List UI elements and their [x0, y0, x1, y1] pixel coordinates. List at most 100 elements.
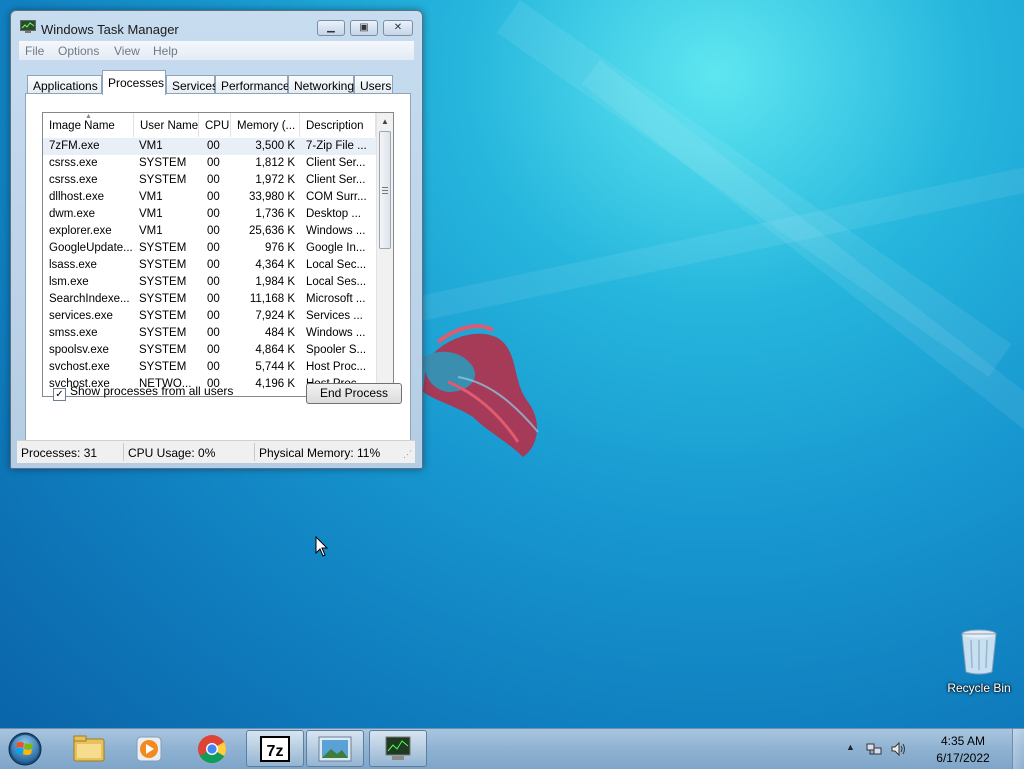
process-name-cell: lsm.exe — [49, 276, 89, 288]
betta-fish-wallpaper — [423, 324, 539, 457]
scrollbar-thumb[interactable] — [379, 131, 391, 249]
scroll-up-arrow-icon[interactable]: ▲ — [381, 117, 389, 126]
process-description-cell: Microsoft ... — [306, 293, 366, 305]
table-row[interactable]: smss.exe SYSTEM 00 484 K Windows ... — [43, 325, 376, 342]
process-description-cell: Windows ... — [306, 225, 366, 237]
show-hidden-icons-icon[interactable]: ▲ — [846, 742, 855, 752]
table-row[interactable]: services.exe SYSTEM 00 7,924 K Services ... — [43, 308, 376, 325]
menu-file[interactable]: File — [25, 44, 44, 58]
process-cpu-cell: 00 — [207, 361, 220, 373]
table-row[interactable]: lsass.exe SYSTEM 00 4,364 K Local Sec... — [43, 257, 376, 274]
svg-text:7z: 7z — [267, 743, 284, 760]
recycle-bin-desktop-icon[interactable]: Recycle Bin — [944, 628, 1014, 695]
menu-options[interactable]: Options — [58, 44, 99, 58]
close-icon: ✕ — [393, 22, 403, 33]
menu-bar: File Options View Help — [19, 41, 414, 60]
taskbar-file-explorer[interactable] — [60, 730, 118, 767]
table-row[interactable]: svchost.exe SYSTEM 00 5,744 K Host Proc... — [43, 359, 376, 376]
task-manager-window[interactable]: Windows Task Manager ▁ ▣ ✕ File Options … — [10, 10, 423, 469]
table-row[interactable]: 7zFM.exe VM1 00 3,500 K 7-Zip File ... — [43, 138, 376, 155]
process-user-cell: SYSTEM — [139, 259, 187, 271]
process-cpu-cell: 00 — [207, 327, 220, 339]
system-tray: ▲ 4:35 AM 6/17/2022 — [838, 729, 1024, 769]
process-cpu-cell: 00 — [207, 276, 220, 288]
process-name-cell: svchost.exe — [49, 361, 110, 373]
taskbar-media-player[interactable] — [120, 730, 178, 767]
taskbar-task-manager[interactable] — [369, 730, 427, 767]
show-all-users-label: Show processes from all users — [70, 384, 234, 398]
network-icon[interactable] — [866, 741, 882, 757]
taskbar-chrome[interactable] — [183, 730, 241, 767]
table-row[interactable]: dllhost.exe VM1 00 33,980 K COM Surr... — [43, 189, 376, 206]
process-name-cell: csrss.exe — [49, 174, 98, 186]
column-header-user-name[interactable]: User Name — [134, 113, 199, 137]
process-memory-cell: 1,736 K — [255, 208, 295, 220]
process-user-cell: SYSTEM — [139, 276, 187, 288]
close-button[interactable]: ✕ — [383, 20, 413, 36]
process-name-cell: spoolsv.exe — [49, 344, 109, 356]
process-name-cell: dwm.exe — [49, 208, 96, 220]
process-user-cell: SYSTEM — [139, 174, 187, 186]
tab-processes[interactable]: Processes — [102, 70, 166, 95]
recycle-bin-icon — [961, 629, 997, 675]
table-row[interactable]: csrss.exe SYSTEM 00 1,812 K Client Ser... — [43, 155, 376, 172]
7zip-icon: 7z — [260, 736, 290, 762]
process-user-cell: VM1 — [139, 191, 163, 203]
process-cpu-cell: 00 — [207, 157, 220, 169]
process-description-cell: COM Surr... — [306, 191, 367, 203]
taskbar-photo-viewer[interactable] — [306, 730, 364, 767]
process-description-cell: Client Ser... — [306, 157, 366, 169]
maximize-button[interactable]: ▣ — [350, 20, 378, 36]
process-user-cell: SYSTEM — [139, 361, 187, 373]
column-header-cpu[interactable]: CPU — [199, 113, 231, 137]
process-name-cell: dllhost.exe — [49, 191, 104, 203]
process-memory-cell: 5,744 K — [255, 361, 295, 373]
table-row[interactable]: csrss.exe SYSTEM 00 1,972 K Client Ser... — [43, 172, 376, 189]
process-cpu-cell: 00 — [207, 259, 220, 271]
column-header-image-name[interactable]: ▲ Image Name — [43, 113, 134, 137]
process-cpu-cell: 00 — [207, 208, 220, 220]
clock-time[interactable]: 4:35 AM — [923, 734, 1003, 748]
menu-help[interactable]: Help — [153, 44, 178, 58]
process-list[interactable]: ▲ Image Name User Name CPU Memory (... D… — [42, 112, 394, 397]
table-row[interactable]: SearchIndexe... SYSTEM 00 11,168 K Microsoft… — [43, 291, 376, 308]
task-manager-icon — [20, 20, 36, 33]
vertical-scrollbar[interactable]: ▲ ▼ — [376, 113, 393, 396]
show-all-users-checkbox-row[interactable]: ✓ Show processes from all users — [53, 384, 233, 401]
column-header-memory[interactable]: Memory (... — [231, 113, 300, 137]
process-description-cell: Windows ... — [306, 327, 366, 339]
title-bar[interactable]: Windows Task Manager ▁ ▣ ✕ — [11, 11, 422, 41]
process-memory-cell: 4,196 K — [255, 378, 295, 390]
tab-applications[interactable]: Applications — [27, 75, 102, 94]
process-cpu-cell: 00 — [207, 225, 220, 237]
process-cpu-cell: 00 — [207, 174, 220, 186]
show-desktop-button[interactable] — [1012, 729, 1024, 769]
column-header-description[interactable]: Description — [300, 113, 376, 137]
task-manager-icon — [385, 736, 411, 760]
tab-services[interactable]: Services — [166, 75, 218, 94]
tab-performance[interactable]: Performance — [215, 75, 290, 94]
taskbar: 7z ▲ 4:35 AM 6/17/2022 — [0, 728, 1024, 769]
process-memory-cell: 4,364 K — [255, 259, 295, 271]
photo-viewer-icon — [318, 736, 352, 762]
window-title: Windows Task Manager — [41, 22, 179, 37]
clock-date[interactable]: 6/17/2022 — [923, 751, 1003, 765]
minimize-button[interactable]: ▁ — [317, 20, 345, 36]
end-process-button[interactable]: End Process — [306, 383, 402, 404]
table-row[interactable]: explorer.exe VM1 00 25,636 K Windows ... — [43, 223, 376, 240]
resize-grip-icon[interactable]: ⋰ — [403, 449, 412, 460]
status-cpu-usage: CPU Usage: 0% — [128, 446, 216, 460]
tab-users[interactable]: Users — [354, 75, 393, 94]
table-row[interactable]: GoogleUpdate... SYSTEM 00 976 K Google In... — [43, 240, 376, 257]
table-row[interactable]: lsm.exe SYSTEM 00 1,984 K Local Ses... — [43, 274, 376, 291]
tab-networking[interactable]: Networking — [288, 75, 354, 94]
table-row[interactable]: dwm.exe VM1 00 1,736 K Desktop ... — [43, 206, 376, 223]
process-memory-cell: 1,972 K — [255, 174, 295, 186]
table-row[interactable]: spoolsv.exe SYSTEM 00 4,864 K Spooler S... — [43, 342, 376, 359]
menu-view[interactable]: View — [114, 44, 140, 58]
start-orb-icon[interactable] — [6, 731, 44, 767]
process-cpu-cell: 00 — [207, 293, 220, 305]
taskbar-7zip[interactable]: 7z — [246, 730, 304, 767]
show-all-users-checkbox[interactable]: ✓ — [53, 388, 66, 401]
volume-icon[interactable] — [890, 741, 908, 757]
